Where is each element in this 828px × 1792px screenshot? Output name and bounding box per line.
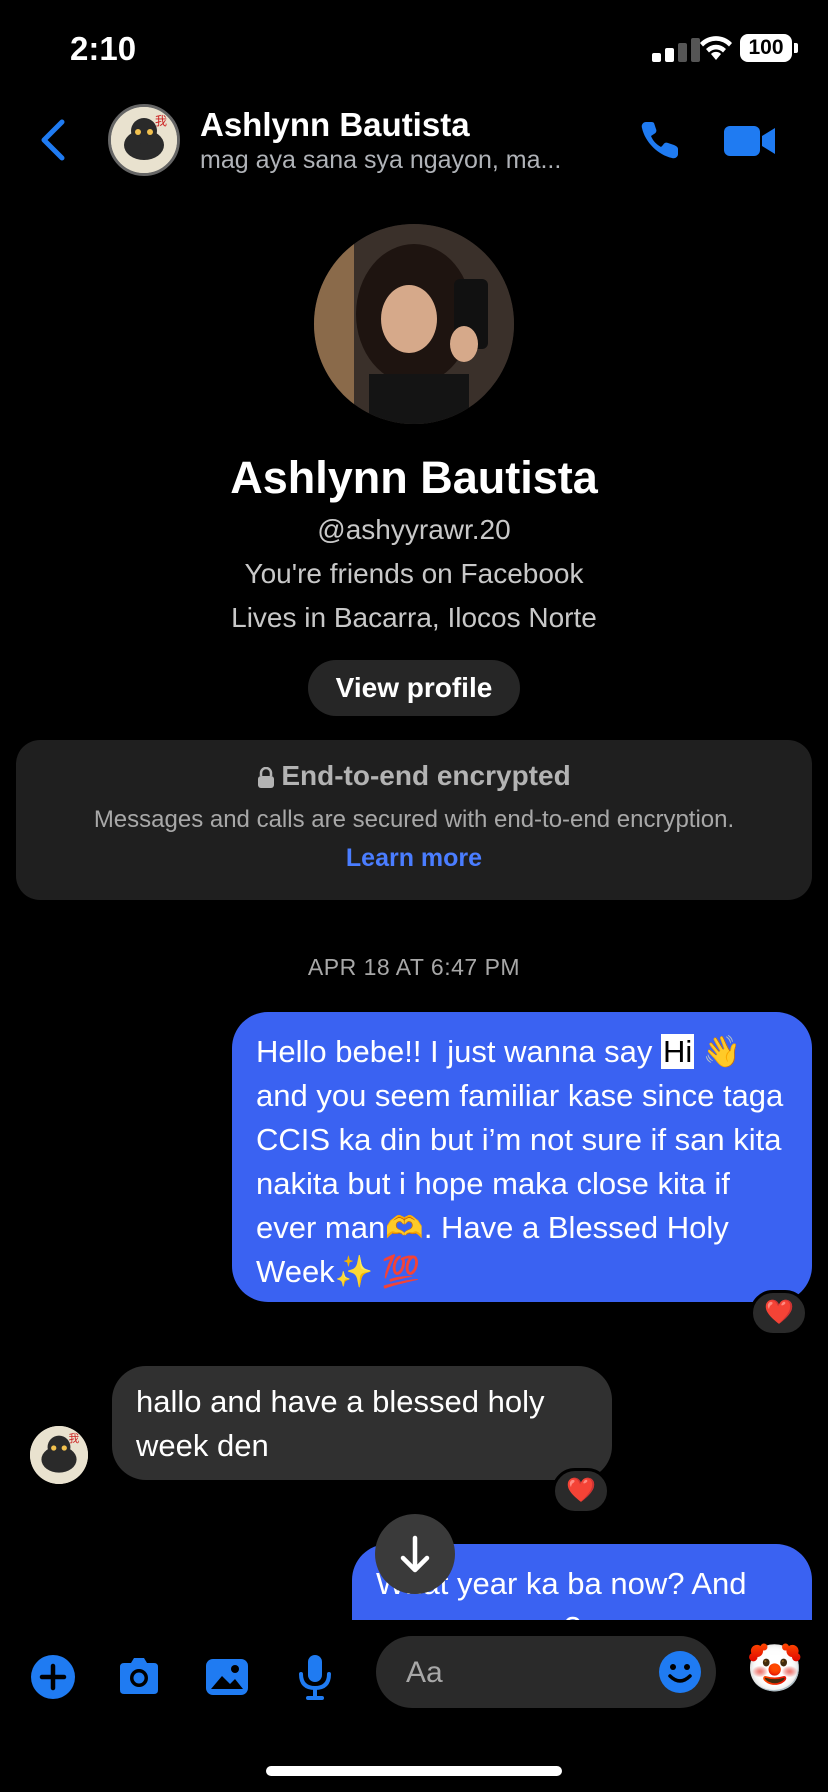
contact-name[interactable]: Ashlynn Bautista	[200, 106, 470, 144]
svg-text:我: 我	[155, 114, 167, 128]
emoji-icon[interactable]	[656, 1648, 704, 1696]
view-profile-button[interactable]: View profile	[308, 660, 520, 716]
scroll-down-arrow-icon	[400, 1535, 430, 1573]
gallery-icon[interactable]	[202, 1652, 252, 1702]
back-chevron-icon[interactable]	[38, 118, 68, 162]
incoming-message[interactable]: hallo and have a blessed holy week den	[112, 1366, 612, 1480]
message-timestamp: APR 18 AT 6:47 PM	[307, 954, 521, 980]
profile-username: @ashyyrawr.20	[317, 514, 511, 545]
camera-icon[interactable]	[114, 1652, 164, 1702]
heart-reaction[interactable]: ❤️	[552, 1468, 610, 1514]
encryption-title: End-to-end encrypted	[281, 760, 571, 791]
profile-photo[interactable]	[314, 224, 514, 424]
outgoing-message[interactable]: Hello bebe!! I just wanna say Hi 👋 and y…	[232, 1012, 812, 1302]
video-camera-icon[interactable]	[722, 122, 778, 160]
message-text: Hello bebe!! I just wanna say	[256, 1034, 661, 1069]
message-text-continued: 👋 and you seem familiar kase since taga …	[256, 1034, 784, 1289]
battery-indicator: 100	[740, 34, 798, 62]
message-input-placeholder: Aa	[406, 1656, 443, 1689]
chat-header: 我 Ashlynn Bautista mag aya sana sya ngay…	[0, 100, 828, 182]
heart-reaction[interactable]: ❤️	[750, 1290, 808, 1336]
wifi-icon	[700, 36, 732, 60]
selected-text-highlight: Hi	[660, 1034, 695, 1069]
microphone-icon[interactable]	[290, 1652, 340, 1702]
last-message-preview: mag aya sana sya ngayon, ma...	[200, 146, 562, 174]
learn-more-link[interactable]: Learn more	[16, 844, 812, 873]
profile-location: Lives in Bacarra, Ilocos Norte	[231, 602, 597, 633]
lock-icon	[258, 766, 275, 788]
phone-icon[interactable]	[636, 116, 684, 164]
home-indicator[interactable]	[266, 1766, 562, 1776]
svg-text:我: 我	[69, 1433, 80, 1445]
quick-reaction-button[interactable]: 🤡	[746, 1640, 803, 1696]
sender-avatar[interactable]: 我	[30, 1426, 88, 1484]
scroll-to-bottom-button[interactable]	[375, 1514, 455, 1594]
header-avatar[interactable]: 我	[108, 104, 180, 176]
cellular-signal-icon	[652, 36, 704, 62]
plus-icon[interactable]	[28, 1652, 78, 1702]
status-bar: 2:10 100	[0, 0, 828, 100]
encryption-title-row: End-to-end encrypted	[16, 760, 812, 792]
profile-friends-status: You're friends on Facebook	[244, 558, 584, 589]
message-text: hallo and have a blessed holy week den	[136, 1384, 545, 1463]
message-composer: Aa 🤡	[0, 1620, 828, 1792]
message-input[interactable]: Aa	[376, 1636, 716, 1708]
encryption-notice: End-to-end encrypted Messages and calls …	[16, 740, 812, 900]
status-time: 2:10	[70, 30, 137, 67]
profile-name: Ashlynn Bautista	[230, 452, 598, 503]
encryption-description: Messages and calls are secured with end-…	[93, 806, 735, 833]
